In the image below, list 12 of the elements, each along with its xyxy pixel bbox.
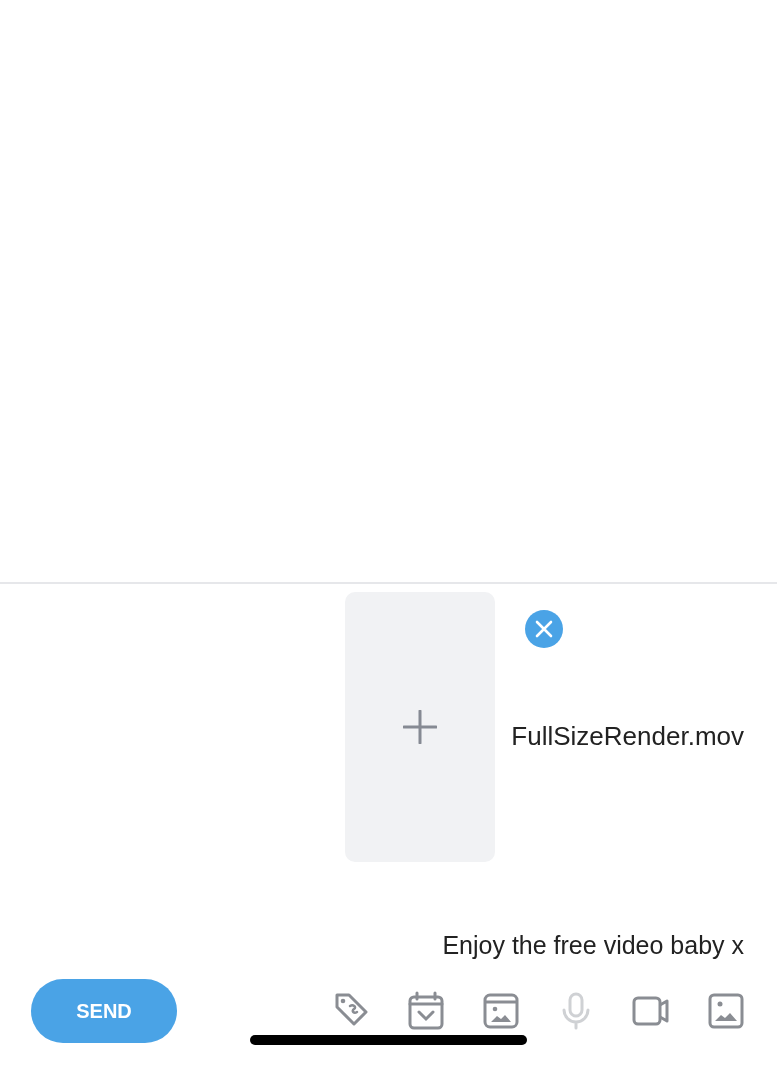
- close-icon: [534, 619, 555, 639]
- image-button[interactable]: [706, 991, 746, 1031]
- calendar-button[interactable]: [406, 991, 446, 1031]
- remove-attachment-button[interactable]: [525, 610, 564, 648]
- gallery-icon: [481, 991, 521, 1031]
- message-field[interactable]: Enjoy the free video baby x: [0, 864, 777, 979]
- gallery-button[interactable]: [481, 991, 521, 1031]
- add-media-tile[interactable]: [345, 592, 496, 862]
- file-name: FullSizeRender.mov: [511, 720, 744, 753]
- image-icon: [706, 991, 746, 1031]
- calendar-icon: [406, 991, 446, 1031]
- plus-icon: [403, 710, 438, 744]
